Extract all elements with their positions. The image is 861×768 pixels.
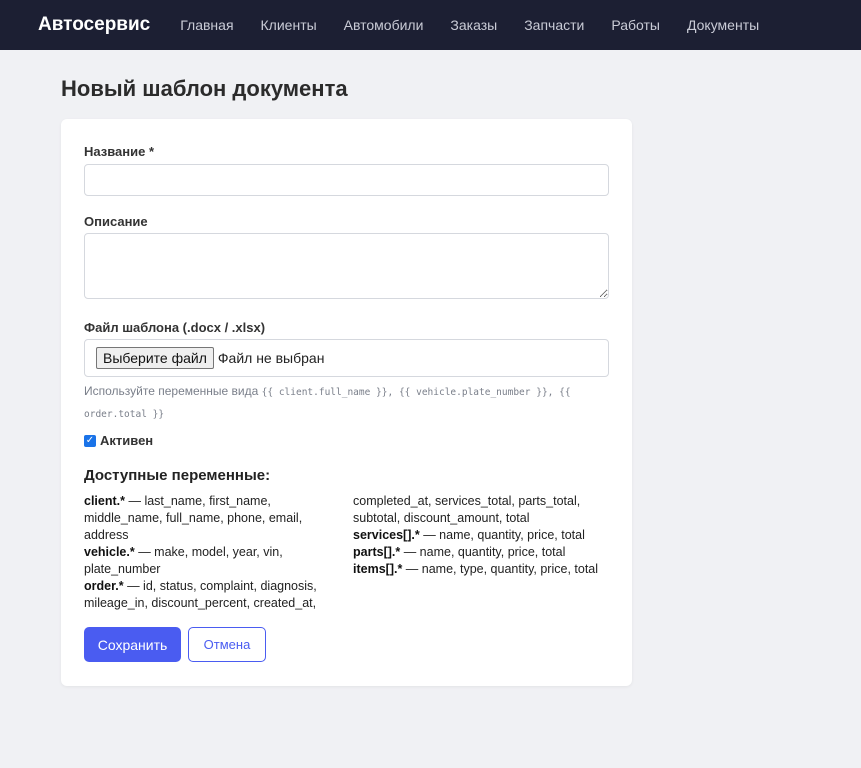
template-form-card: Название * Описание Файл шаблона (.docx …: [61, 119, 632, 686]
var-key: client.*: [84, 494, 125, 508]
var-key: items[].*: [353, 562, 403, 576]
nav-link-vehicles[interactable]: Автомобили: [344, 17, 424, 33]
var-group-client: client.* — last_name, first_name, middle…: [84, 493, 334, 544]
var-fields: — name, quantity, price, total: [400, 545, 566, 559]
var-group-services: services[].* — name, quantity, price, to…: [353, 527, 618, 544]
active-checkbox[interactable]: ✓: [84, 434, 96, 447]
description-label: Описание: [84, 214, 148, 229]
var-fields: completed_at, services_total, parts_tota…: [353, 494, 581, 525]
var-group-order: order.* — id, status, complaint, diagnos…: [84, 578, 334, 612]
var-group-items: items[].* — name, type, quantity, price,…: [353, 561, 618, 578]
hint-text: Используйте переменные вида: [84, 384, 262, 398]
file-status-text: Файл не выбран: [217, 350, 325, 366]
var-fields: — name, quantity, price, total: [419, 528, 585, 542]
var-group-vehicle: vehicle.* — make, model, year, vin, plat…: [84, 544, 334, 578]
var-group-order-cont: completed_at, services_total, parts_tota…: [353, 493, 618, 527]
cancel-button[interactable]: Отмена: [188, 627, 266, 662]
variables-hint: Используйте переменные вида {{ client.fu…: [84, 381, 609, 425]
nav-link-clients[interactable]: Клиенты: [261, 17, 317, 33]
var-key: order.*: [84, 579, 124, 593]
active-toggle[interactable]: ✓ Активен: [84, 433, 153, 448]
variables-column-1: client.* — last_name, first_name, middle…: [84, 493, 334, 612]
choose-file-button[interactable]: Выберите файл: [96, 347, 214, 369]
brand-logo[interactable]: Автосервис: [38, 14, 150, 36]
name-input[interactable]: [84, 164, 609, 196]
page-title: Новый шаблон документа: [61, 76, 348, 101]
hint-sep-2: ,: [547, 387, 560, 398]
nav-link-documents[interactable]: Документы: [687, 17, 759, 33]
hint-sep-1: ,: [387, 387, 399, 398]
hint-var-vehicle: {{ vehicle.plate_number }}: [398, 387, 548, 398]
top-navbar: Автосервис Главная Клиенты Автомобили За…: [0, 0, 861, 50]
nav-link-parts[interactable]: Запчасти: [524, 17, 584, 33]
active-label: Активен: [100, 433, 154, 448]
var-key: vehicle.*: [84, 545, 135, 559]
variables-title: Доступные переменные:: [84, 467, 271, 484]
var-group-parts: parts[].* — name, quantity, price, total: [353, 544, 618, 561]
nav-link-home[interactable]: Главная: [180, 17, 233, 33]
hint-var-client: {{ client.full_name }}: [261, 387, 388, 398]
nav-link-works[interactable]: Работы: [611, 17, 660, 33]
variables-column-2: completed_at, services_total, parts_tota…: [353, 493, 618, 578]
description-textarea[interactable]: [84, 233, 609, 299]
name-label: Название *: [84, 144, 155, 159]
var-key: services[].*: [353, 528, 420, 542]
nav-link-orders[interactable]: Заказы: [450, 17, 497, 33]
var-key: parts[].*: [353, 545, 401, 559]
save-button[interactable]: Сохранить: [84, 627, 181, 662]
var-fields: — name, type, quantity, price, total: [402, 562, 599, 576]
file-input[interactable]: Выберите файл Файл не выбран: [84, 339, 609, 377]
file-label: Файл шаблона (.docx / .xlsx): [84, 320, 266, 335]
